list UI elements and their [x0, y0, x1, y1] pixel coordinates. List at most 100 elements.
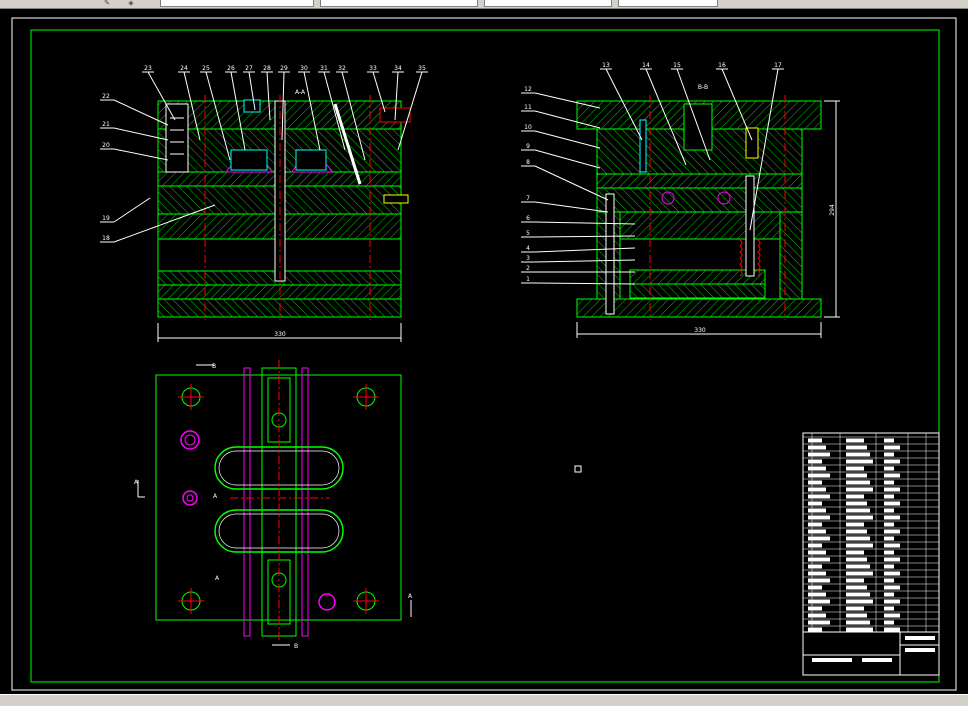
bom-cell [808, 452, 830, 457]
bom-cell [808, 501, 822, 506]
edit-icon[interactable]: ✎ [100, 0, 114, 7]
bom-cell [808, 445, 826, 450]
balloon-right-2: 2 [526, 265, 530, 272]
view-mark-a-3: A [215, 575, 220, 582]
toolbar: ✎ ◈ [0, 0, 968, 9]
bom-cell [884, 550, 894, 555]
bom-cell [846, 438, 864, 443]
balloon-left-26: 26 [227, 65, 235, 72]
balloon-right-5: 5 [526, 230, 530, 237]
bom-cell [846, 536, 870, 541]
bom-cell [884, 585, 900, 590]
view-mark-b-bottom: B [294, 643, 298, 650]
bom-cell [884, 522, 894, 527]
title-cell [905, 636, 935, 640]
bom-cell [808, 620, 830, 625]
balloon-left-29: 29 [280, 65, 288, 72]
bom-cell [808, 529, 826, 534]
balloon-left-27: 27 [245, 65, 253, 72]
bom-cell [808, 585, 822, 590]
bom-cell [808, 606, 822, 611]
status-bar [0, 694, 968, 706]
title-cell [905, 648, 935, 652]
bom-cell [884, 452, 894, 457]
plotstyle-select[interactable] [722, 0, 802, 7]
bom-cell [884, 529, 900, 534]
balloon-left-22: 22 [102, 93, 110, 100]
bom-cell [884, 543, 900, 548]
bom-cell [884, 620, 894, 625]
right-section-view: 330 294 B-B [576, 84, 840, 338]
bom-cell [808, 571, 826, 576]
bom-cell [808, 564, 822, 569]
layer-select[interactable] [160, 0, 314, 7]
bom-cell [846, 627, 873, 632]
bom-cell [846, 515, 873, 520]
balloon-right-4: 4 [526, 245, 530, 252]
balloon-right-12: 12 [524, 86, 532, 93]
balloon-right-16: 16 [718, 62, 726, 69]
bom-cell [846, 508, 870, 513]
balloon-left-34: 34 [394, 65, 402, 72]
bom-cell [846, 487, 873, 492]
bom-cell [808, 480, 822, 485]
bom-cell [884, 627, 900, 632]
balloon-left-32: 32 [338, 65, 346, 72]
bom-cell [808, 578, 830, 583]
bom-cell [846, 452, 870, 457]
bom-cell [808, 438, 822, 443]
drawing-canvas[interactable]: 330 A-A 23 24 25 26 27 28 29 30 31 32 33 34 35 22 21 20… [0, 9, 968, 693]
bom-cell [846, 557, 867, 562]
bom-cell [808, 543, 822, 548]
linetype-select[interactable] [484, 0, 612, 7]
balloon-left-24: 24 [180, 65, 188, 72]
bom-cell [846, 473, 867, 478]
layer-icon[interactable]: ◈ [124, 0, 138, 7]
bom-cell [808, 557, 830, 562]
bom-cell [846, 522, 864, 527]
balloon-right-1: 1 [526, 276, 530, 283]
bom-cell [884, 613, 900, 618]
bom-cell [808, 599, 830, 604]
balloon-right-17: 17 [774, 62, 782, 69]
bom-cell [808, 466, 826, 471]
bom-cell [808, 522, 822, 527]
balloon-right-7: 7 [526, 195, 530, 202]
bom-cell [846, 494, 864, 499]
bom-cell [884, 592, 894, 597]
bom-cell [808, 613, 826, 618]
bom-cell [884, 445, 900, 450]
bom-cell [808, 550, 826, 555]
bom-cell [846, 620, 870, 625]
bom-cell [846, 543, 873, 548]
cursor-pickbox [574, 465, 582, 473]
dim-right-height: 294 [829, 204, 836, 216]
color-select[interactable] [320, 0, 478, 7]
lineweight-select[interactable] [618, 0, 718, 7]
bom-cell [846, 571, 873, 576]
view-mark-a-2: A [213, 493, 218, 500]
dim-left-width: 330 [274, 331, 286, 338]
bom-cell [884, 599, 900, 604]
bom-cell [884, 578, 894, 583]
balloon-right-15: 15 [673, 62, 681, 69]
bom-cell [846, 606, 864, 611]
bom-cell [846, 466, 864, 471]
balloon-left-33: 33 [369, 65, 377, 72]
bom-cell [846, 578, 864, 583]
bom-cell [846, 480, 870, 485]
left-section-view: 330 A-A [157, 89, 411, 342]
bom-cell [884, 494, 894, 499]
bom-cell [846, 613, 867, 618]
balloon-right-8: 8 [526, 159, 530, 166]
bom-cell [846, 501, 867, 506]
view-mark-a-right: A [408, 593, 413, 600]
balloon-left-28: 28 [263, 65, 271, 72]
balloon-right-14: 14 [642, 62, 650, 69]
balloon-left-31: 31 [320, 65, 328, 72]
bom-cell [884, 508, 894, 513]
bom-cell [846, 592, 870, 597]
bom-cell [808, 487, 826, 492]
balloon-left-19: 19 [102, 215, 110, 222]
balloon-right-11: 11 [524, 104, 532, 111]
